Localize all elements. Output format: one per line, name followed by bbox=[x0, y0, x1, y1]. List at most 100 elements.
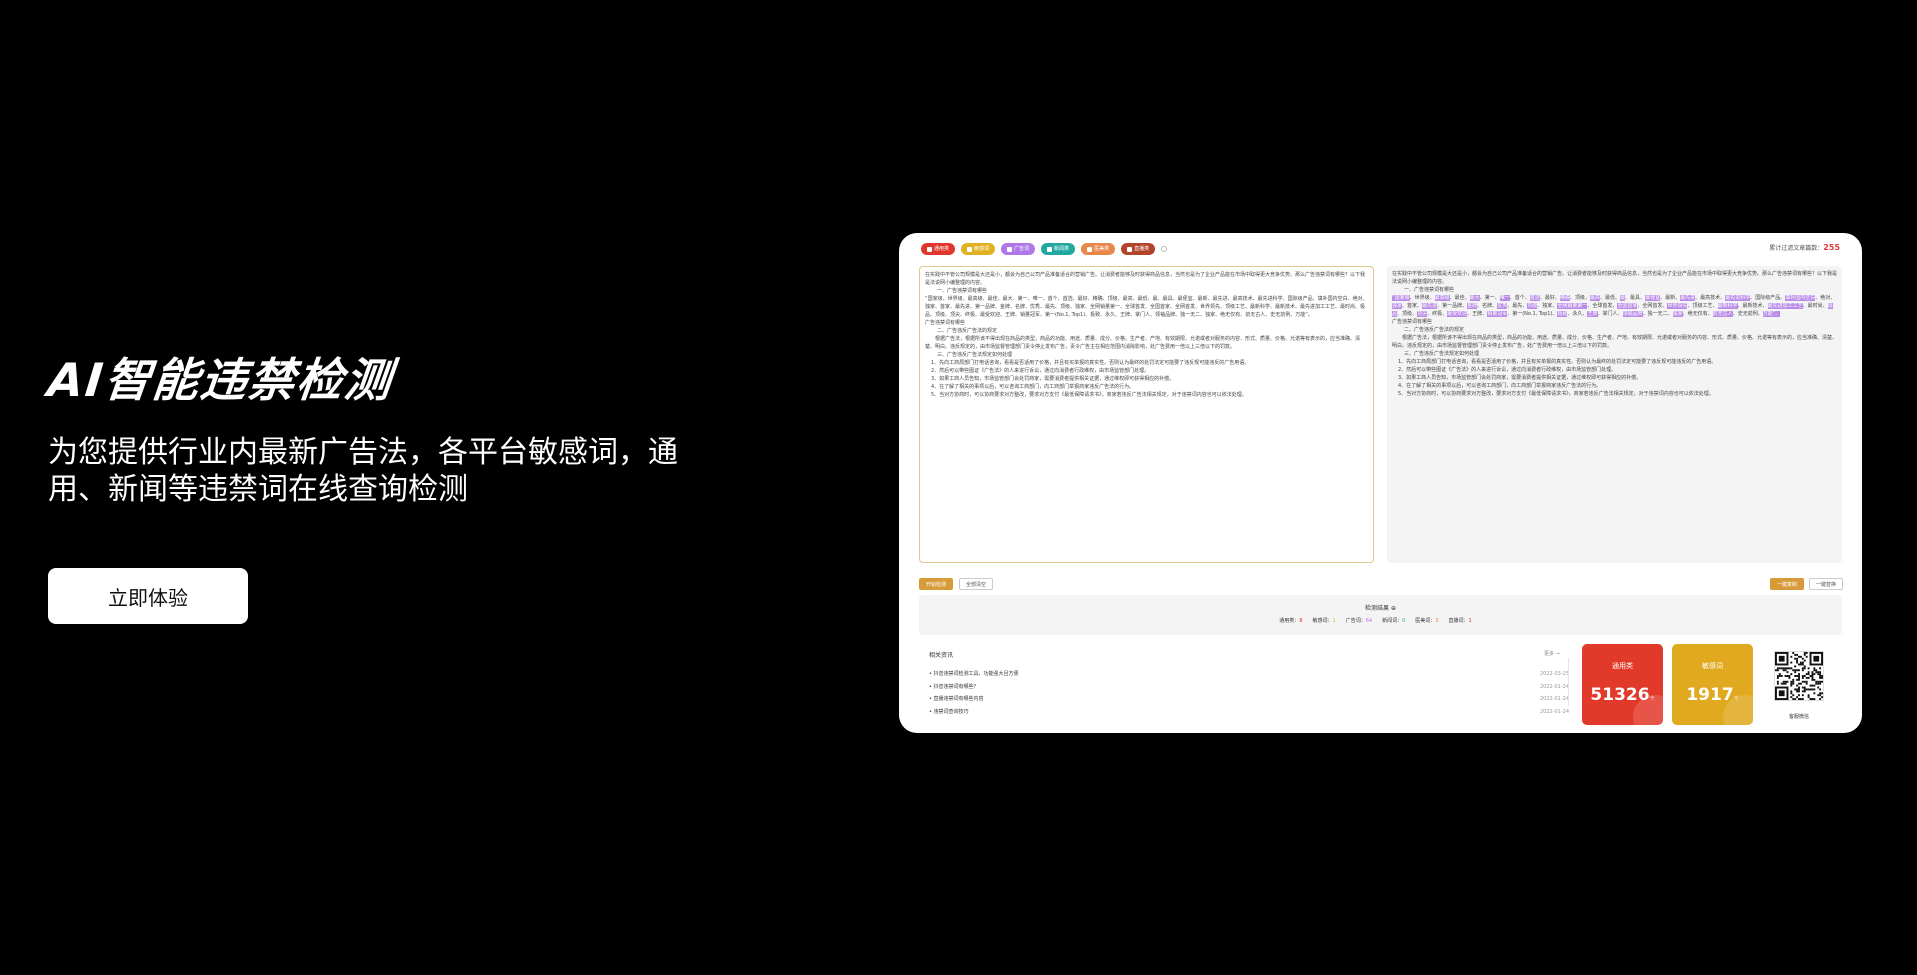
category-tag[interactable]: 直播类 bbox=[1121, 243, 1156, 255]
text-paragraph: 1、先向工商局部门打电话咨询，看看是否适用了价格，并且有买单报的真实性。否则认为… bbox=[1398, 359, 1717, 365]
hero-section: AI智能违禁检测 为您提供行业内最新广告法，各平台敏感词，通用、新闻等违禁词在线… bbox=[45, 352, 708, 624]
news-item-date: 2022-01-24 bbox=[1539, 708, 1569, 715]
tag-label: 通用类 bbox=[934, 246, 950, 252]
text-paragraph: 4、在了解了相关的事项以后，可以咨询工商部门，向工商部门举报商家违反广告法的行为… bbox=[1398, 383, 1602, 389]
news-item-title: • 抖音违禁词有哪些？ bbox=[929, 683, 979, 690]
hero-title: AI智能违禁检测 bbox=[45, 353, 396, 407]
try-now-button[interactable]: 立即体验 bbox=[48, 568, 248, 624]
checkbox-icon bbox=[1127, 246, 1133, 252]
text-paragraph: 二、广告违反广告法的规定 bbox=[937, 328, 998, 334]
category-tag[interactable]: 新闻类 bbox=[1041, 243, 1076, 255]
tag-label: 医美类 bbox=[1094, 246, 1110, 252]
text-paragraph: 3、如果工商人员告知，市场监管部门会处罚商家，需要消费者提供相关证据，通过维权即… bbox=[931, 376, 1175, 382]
wechat-qr-code bbox=[1774, 651, 1824, 701]
text-paragraph: 5、当对方协商时，可以协商要求对方整改，要求对方支付《最低保障请求书》，商家若违… bbox=[1398, 391, 1714, 397]
tag-label: 新闻类 bbox=[1054, 246, 1070, 252]
counter-label: 累计过滤文章篇数： bbox=[1769, 245, 1824, 252]
stat-value: 3 bbox=[1435, 618, 1439, 624]
checkbox-icon bbox=[1007, 246, 1013, 252]
text-paragraph: 在实践中不管公司规模是大还是小，都会为自己公司产品准备适合的营销广告。让消费者能… bbox=[925, 272, 1366, 286]
article-counter: 累计过滤文章篇数：255 bbox=[1769, 243, 1840, 252]
card-value: 51326个 bbox=[1590, 685, 1655, 705]
text-paragraph: 根据广告法，根据所该不得出现在商品的类型，商品的功能、用途、质量、成分、价格、生… bbox=[925, 336, 1361, 350]
news-title: 相关资讯 bbox=[929, 652, 954, 659]
stat-label: 新闻词： bbox=[1382, 618, 1403, 624]
text-paragraph: 二、广告违反广告法的规定 bbox=[1404, 327, 1465, 333]
category-tag[interactable]: 通用类 bbox=[921, 243, 956, 255]
tag-label: 直播类 bbox=[1134, 246, 1150, 252]
text-paragraph: 根据广告法，根据所该不得出现在商品的类型，商品的功能、用途、质量、成分、价格、生… bbox=[1392, 335, 1838, 349]
copy-all-button[interactable]: 一键复制 bbox=[1770, 578, 1805, 590]
stat-value: 1 bbox=[1332, 618, 1336, 624]
stat-value: 0 bbox=[1402, 618, 1406, 624]
text-paragraph: 4、在了解了相关的事项以后，可以咨询工商部门，向工商部门举报商家违反广告法的行为… bbox=[931, 384, 1135, 390]
checkbox-icon bbox=[1047, 246, 1053, 252]
detection-summary: 检测结果 ⊕ 通用类：8 敏感词：1 广告词：64 新闻词：0 医美词：3 直播词：1 bbox=[919, 595, 1842, 635]
detection-tool-preview: 通用类 敏感词 广告词 新闻类 医美类 直播类 累计过滤文章篇数：255 在实践中不管公司… bbox=[899, 233, 1862, 733]
summary-title: 检测结果 ⊕ bbox=[1365, 605, 1396, 612]
news-item[interactable]: • 抖音违禁词有哪些？ 2022-01-24 bbox=[929, 681, 1569, 694]
stat-label: 通用类： bbox=[1279, 618, 1300, 624]
result-preview: 在实践中不管公司规模是大还是小，都会为自己公司产品准备适合的营销广告。让消费者能… bbox=[1387, 266, 1842, 563]
related-news: 相关资讯 更多 → • 抖音违禁词检测工具，功能强大且方便 2022-03-25 •… bbox=[919, 644, 1569, 728]
news-item-date: 2022-03-25 bbox=[1539, 671, 1569, 677]
help-icon[interactable] bbox=[1161, 246, 1168, 252]
stat-card-general: 通用类 51326个 bbox=[1582, 644, 1663, 725]
text-paragraph: 一、广告违禁词有哪些 bbox=[937, 288, 988, 294]
text-paragraph: 5、当对方协商时，可以协商要求对方整改，要求对方支付《最低保障请求书》，商家若违… bbox=[931, 392, 1247, 398]
text-paragraph: 广告违禁词有哪些 bbox=[1392, 319, 1433, 325]
checkbox-icon bbox=[1087, 246, 1093, 252]
editor-text[interactable]: 在实践中不管公司规模是大还是小，都会为自己公司产品准备适合的营销广告。让消费者能… bbox=[925, 271, 1368, 399]
replace-all-button[interactable]: 一键替换 bbox=[1809, 578, 1844, 590]
clear-all-button[interactable]: 全部清空 bbox=[959, 578, 994, 590]
news-item-title: • 抖音违禁词检测工具，功能强大且方便 bbox=[929, 671, 1019, 677]
stat-value: 8 bbox=[1299, 618, 1303, 624]
text-paragraph: “国家级、世界级、最高级、最佳、最大、第一、唯一、首个、首选、最好、精确、顶级、… bbox=[925, 296, 1368, 318]
stat-label: 广告词： bbox=[1345, 618, 1366, 624]
stat-value: 1 bbox=[1468, 618, 1472, 624]
news-item-date: 2022-01-24 bbox=[1539, 696, 1569, 702]
card-title: 通用类 bbox=[1612, 662, 1633, 670]
divider bbox=[1568, 658, 1569, 706]
text-paragraph: 一、广告违禁词有哪些 bbox=[1404, 287, 1455, 293]
stat-label: 直播词： bbox=[1448, 618, 1469, 624]
text-paragraph: “国家级、世界级、最高级、最佳、最大、第一、唯一、首个、首选、最好、精确、顶级、… bbox=[1392, 295, 1836, 317]
stat-label: 医美词： bbox=[1415, 618, 1436, 624]
summary-stats: 通用类：8 敏感词：1 广告词：64 新闻词：0 医美词：3 直播词：1 bbox=[919, 617, 1842, 624]
result-text: 在实践中不管公司规模是大还是小，都会为自己公司产品准备适合的营销广告。让消费者能… bbox=[1392, 270, 1837, 398]
category-tag[interactable]: 广告词 bbox=[1001, 243, 1036, 255]
text-paragraph: 广告违禁词有哪些 bbox=[925, 320, 966, 326]
news-item[interactable]: • 违禁词查询技巧 2022-01-24 bbox=[929, 706, 1569, 719]
card-value: 1917个 bbox=[1686, 685, 1739, 705]
news-item[interactable]: • 抖音违禁词检测工具，功能强大且方便 2022-03-25 bbox=[929, 668, 1569, 681]
checkbox-icon bbox=[967, 246, 973, 252]
news-item-title: • 违禁词查询技巧 bbox=[929, 708, 969, 715]
text-paragraph: 在实践中不管公司规模是大还是小，都会为自己公司产品准备适合的营销广告。让消费者能… bbox=[1392, 271, 1838, 285]
text-paragraph: 1、先向工商局部门打电话咨询，看看是否适用了价格，并且有买单报的真实性。否则认为… bbox=[931, 360, 1250, 366]
counter-value: 255 bbox=[1823, 243, 1840, 252]
hero-subtitle: 为您提供行业内最新广告法，各平台敏感词，通用、新闻等违禁词在线查询检测 bbox=[48, 435, 678, 507]
card-title: 敏感词 bbox=[1702, 662, 1723, 670]
news-item-date: 2022-01-24 bbox=[1539, 683, 1569, 690]
checkbox-icon bbox=[927, 246, 932, 252]
category-tags: 通用类 敏感词 广告词 新闻类 医美类 直播类 bbox=[921, 243, 1168, 255]
tag-label: 广告词 bbox=[1014, 246, 1030, 252]
qr-label: 客服微信 bbox=[1788, 714, 1809, 720]
text-paragraph: 3、如果工商人员告知，市场监管部门会处罚商家，需要消费者提供相关证据，通过维权即… bbox=[1398, 375, 1642, 381]
stat-card-sensitive: 敏感词 1917个 bbox=[1672, 644, 1753, 725]
news-list: • 抖音违禁词检测工具，功能强大且方便 2022-03-25 • 抖音违禁词有哪些？… bbox=[929, 668, 1569, 718]
news-item[interactable]: • 直播违禁词有哪些内容 2022-01-24 bbox=[929, 693, 1569, 706]
start-detect-button[interactable]: 开始检测 bbox=[919, 578, 954, 590]
stat-value: 64 bbox=[1365, 618, 1373, 624]
category-tag[interactable]: 敏感词 bbox=[961, 243, 996, 255]
news-more-link[interactable]: 更多 → bbox=[1544, 650, 1560, 657]
input-editor[interactable]: 在实践中不管公司规模是大还是小，都会为自己公司产品准备适合的营销广告。让消费者能… bbox=[919, 266, 1374, 563]
text-paragraph: 2、然后可以带些图证《广告法》的人来进行诉讼，通过向消费者行政维权，由市场监管部… bbox=[1398, 367, 1617, 373]
tag-label: 敏感词 bbox=[974, 246, 990, 252]
text-paragraph: 三、广告违反广告法规定如何处理 bbox=[937, 352, 1013, 358]
stat-label: 敏感词： bbox=[1312, 618, 1333, 624]
text-paragraph: 2、然后可以带些图证《广告法》的人来进行诉讼，通过向消费者行政维权，由市场监管部… bbox=[931, 368, 1150, 374]
news-item-title: • 直播违禁词有哪些内容 bbox=[929, 696, 984, 702]
category-tag[interactable]: 医美类 bbox=[1081, 243, 1116, 255]
text-paragraph: 三、广告违反广告法规定如何处理 bbox=[1404, 351, 1480, 357]
